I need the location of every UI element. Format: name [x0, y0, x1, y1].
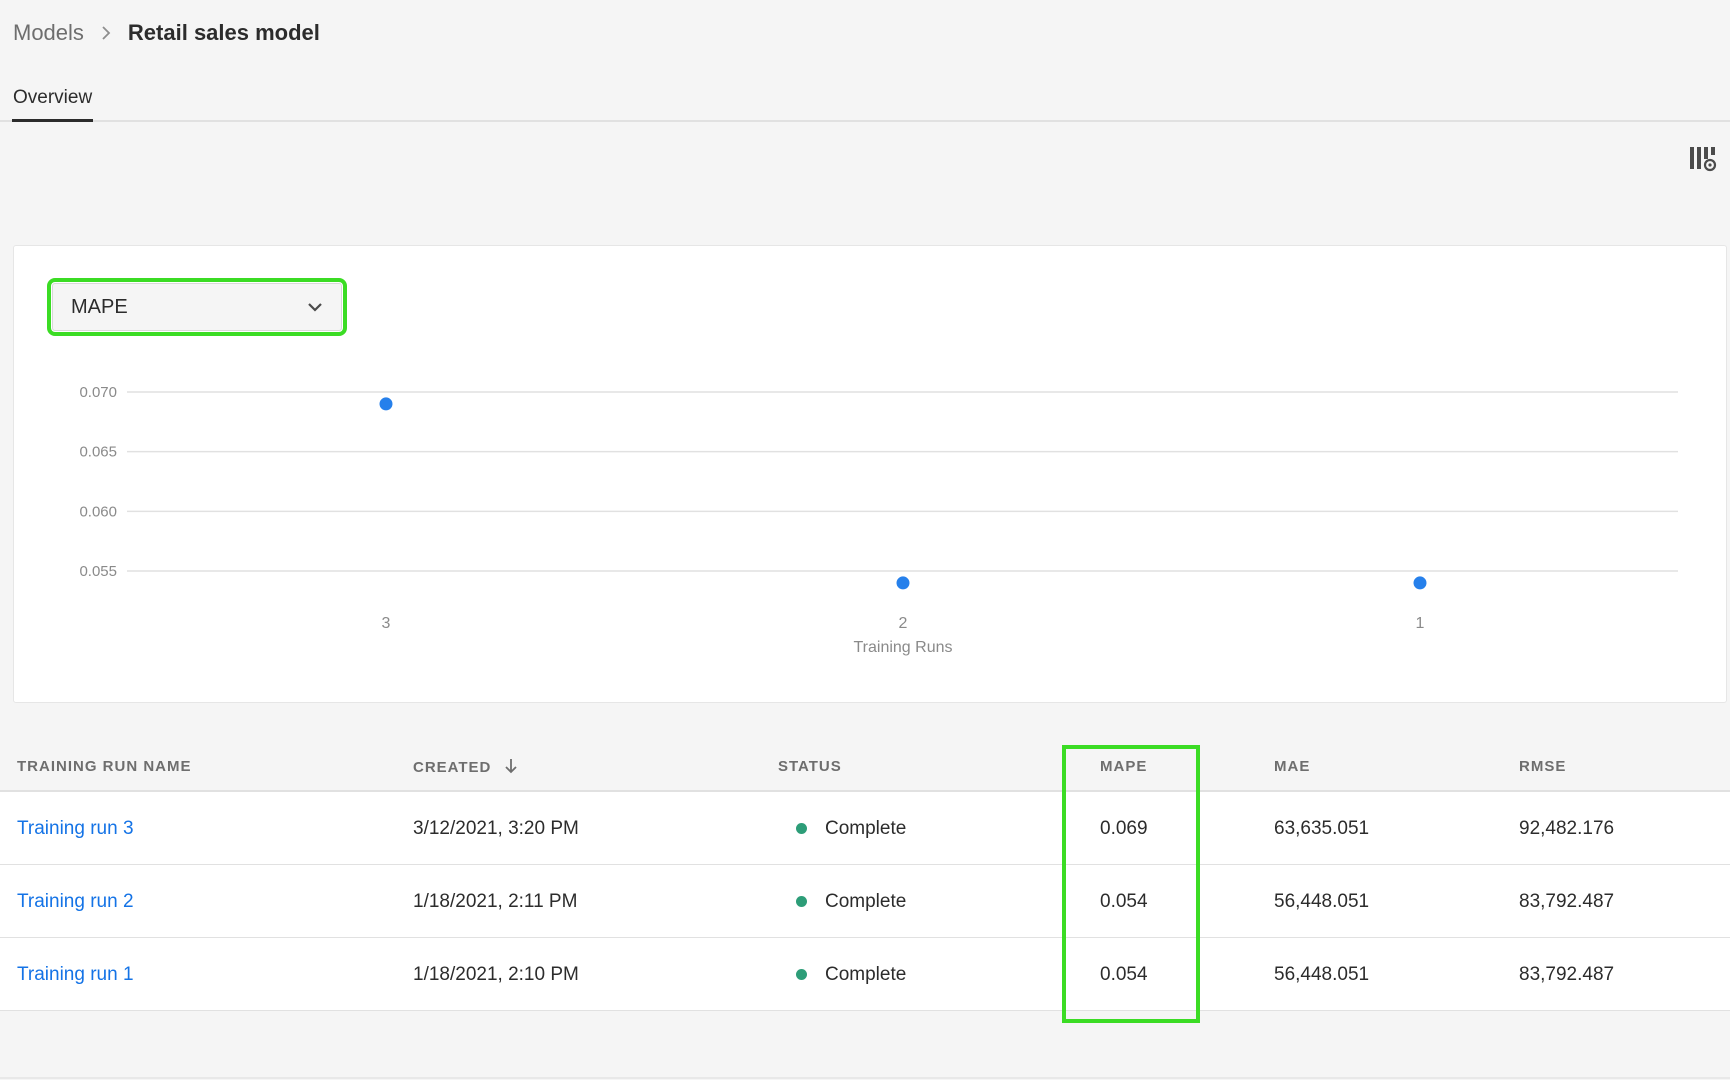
rmse-cell: 83,792.487: [1519, 890, 1615, 912]
tab-bar: Overview: [0, 80, 1730, 122]
table-body: Training run 3 3/12/2021, 3:20 PM Comple…: [0, 792, 1730, 1011]
breadcrumb-models-link[interactable]: Models: [13, 20, 84, 46]
data-point: [896, 576, 910, 590]
created-cell: 1/18/2021, 2:11 PM: [413, 890, 578, 912]
mape-cell: 0.054: [1100, 963, 1148, 985]
column-settings-icon: [1690, 147, 1717, 172]
sort-descending-icon: [505, 758, 518, 778]
rmse-cell: 92,482.176: [1519, 817, 1615, 839]
status-cell: Complete: [779, 865, 906, 938]
table-header: TRAINING RUN NAME CREATED STATUS MAPE MA…: [0, 740, 1730, 792]
y-tick-label: 0.060: [79, 503, 117, 520]
table-row[interactable]: Training run 3 3/12/2021, 3:20 PM Comple…: [0, 792, 1730, 865]
created-cell: 3/12/2021, 3:20 PM: [413, 817, 579, 839]
column-header-rmse[interactable]: RMSE: [1519, 758, 1566, 775]
y-tick-label: 0.070: [79, 384, 117, 401]
data-point: [1413, 576, 1427, 590]
breadcrumb: Models Retail sales model: [13, 20, 320, 46]
tab-overview[interactable]: Overview: [12, 86, 94, 122]
training-run-link[interactable]: Training run 2: [17, 865, 134, 938]
chevron-down-icon: [308, 303, 322, 312]
mape-cell: 0.069: [1100, 817, 1148, 839]
column-settings-button[interactable]: [1688, 144, 1718, 174]
metric-dropdown-value: MAPE: [71, 295, 128, 318]
column-header-mape[interactable]: MAPE: [1100, 758, 1147, 775]
status-dot-icon: [796, 896, 807, 907]
divider: [0, 1077, 1730, 1079]
status-cell: Complete: [779, 792, 906, 865]
x-axis-label: Training Runs: [853, 639, 952, 656]
rmse-cell: 83,792.487: [1519, 963, 1615, 985]
y-tick-label: 0.055: [79, 563, 117, 580]
metric-dropdown[interactable]: MAPE: [47, 278, 347, 336]
column-header-mae[interactable]: MAE: [1274, 758, 1310, 775]
column-header-status[interactable]: STATUS: [778, 758, 842, 775]
mae-cell: 56,448.051: [1274, 890, 1370, 912]
status-cell: Complete: [779, 938, 906, 1011]
table-row[interactable]: Training run 1 1/18/2021, 2:10 PM Comple…: [0, 938, 1730, 1011]
column-header-name[interactable]: TRAINING RUN NAME: [17, 758, 192, 775]
x-tick-label: 2: [899, 615, 908, 632]
chevron-right-icon: [98, 22, 114, 44]
training-run-link[interactable]: Training run 3: [17, 792, 134, 865]
page-title: Retail sales model: [127, 20, 320, 45]
table-row[interactable]: Training run 2 1/18/2021, 2:11 PM Comple…: [0, 865, 1730, 938]
status-dot-icon: [796, 823, 807, 834]
x-tick-label: 3: [382, 615, 391, 632]
column-header-created[interactable]: CREATED: [413, 758, 518, 778]
mape-cell: 0.054: [1100, 890, 1148, 912]
created-cell: 1/18/2021, 2:10 PM: [413, 963, 579, 985]
data-point: [379, 397, 393, 411]
mae-cell: 56,448.051: [1274, 963, 1370, 985]
y-tick-label: 0.065: [79, 444, 117, 461]
status-dot-icon: [796, 969, 807, 980]
x-tick-label: 1: [1416, 615, 1425, 632]
chart-card: 0.070 0.065 0.060 0.055 3 2 1 Training Runs MAP…: [13, 245, 1727, 703]
training-run-link[interactable]: Training run 1: [17, 938, 134, 1011]
training-runs-table: TRAINING RUN NAME CREATED STATUS MAPE MA…: [0, 740, 1730, 1011]
mae-cell: 63,635.051: [1274, 817, 1370, 839]
